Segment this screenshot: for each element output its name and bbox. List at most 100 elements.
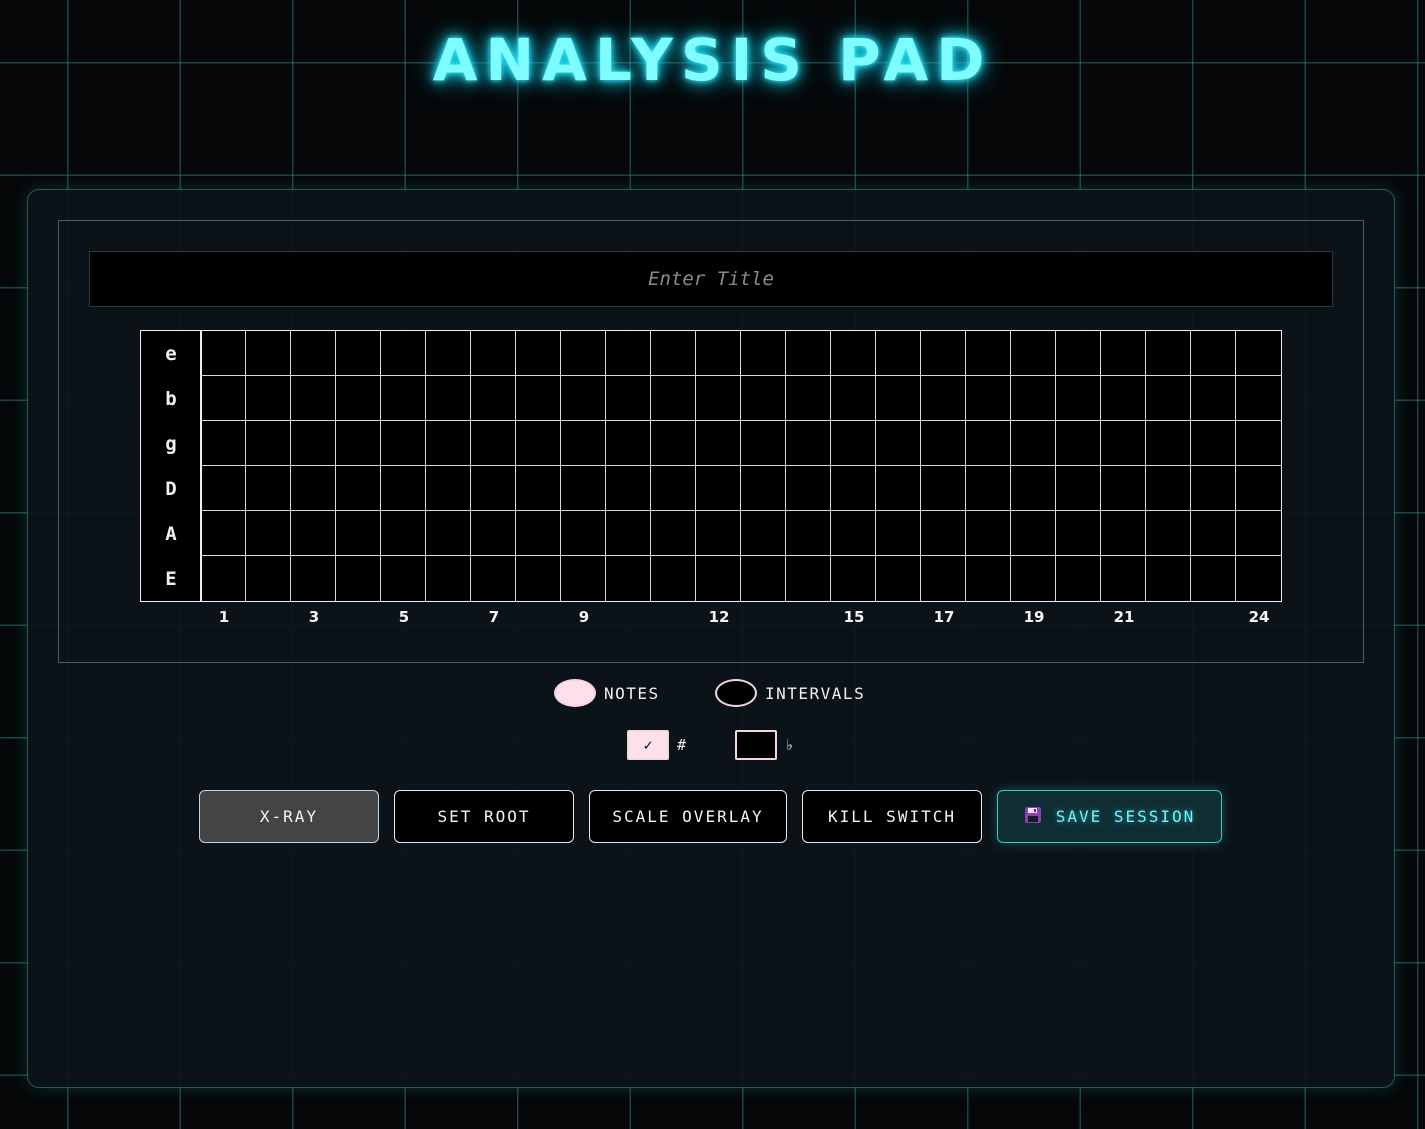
fret-cell[interactable]	[606, 421, 651, 466]
fret-cell[interactable]	[471, 556, 516, 601]
fret-cell[interactable]	[696, 376, 741, 421]
fret-cell[interactable]	[516, 421, 561, 466]
fret-cell[interactable]	[336, 331, 381, 376]
fret-cell[interactable]	[1236, 466, 1281, 511]
fret-cell[interactable]	[426, 376, 471, 421]
fret-cell[interactable]	[876, 556, 921, 601]
fret-cell[interactable]	[831, 421, 876, 466]
fret-cell[interactable]	[1011, 331, 1056, 376]
fret-cell[interactable]	[1236, 511, 1281, 556]
fret-cell[interactable]	[921, 466, 966, 511]
fret-cell[interactable]	[1011, 511, 1056, 556]
fret-cell[interactable]	[1236, 376, 1281, 421]
fret-cell[interactable]	[741, 331, 786, 376]
fret-cell[interactable]	[201, 376, 246, 421]
fret-cell[interactable]	[1101, 466, 1146, 511]
fret-cell[interactable]	[291, 556, 336, 601]
fret-cell[interactable]	[561, 331, 606, 376]
fret-cell[interactable]	[1146, 556, 1191, 601]
fret-cell[interactable]	[1011, 466, 1056, 511]
fret-cell[interactable]	[1101, 421, 1146, 466]
intervals-toggle[interactable]: INTERVALS	[715, 679, 865, 707]
fret-cell[interactable]	[966, 421, 1011, 466]
fret-cell[interactable]	[516, 376, 561, 421]
fret-cell[interactable]	[741, 466, 786, 511]
fret-cell[interactable]	[831, 376, 876, 421]
fret-cell[interactable]	[1191, 466, 1236, 511]
fret-cell[interactable]	[561, 556, 606, 601]
fret-cell[interactable]	[381, 376, 426, 421]
fret-cell[interactable]	[651, 556, 696, 601]
fret-cell[interactable]	[921, 511, 966, 556]
notes-radio[interactable]	[554, 679, 596, 707]
fret-cell[interactable]	[1191, 376, 1236, 421]
fret-cell[interactable]	[921, 331, 966, 376]
fret-cell[interactable]	[831, 466, 876, 511]
fret-cell[interactable]	[606, 556, 651, 601]
fret-cell[interactable]	[1056, 331, 1101, 376]
fret-cell[interactable]	[651, 421, 696, 466]
fret-cell[interactable]	[966, 331, 1011, 376]
fret-cell[interactable]	[786, 511, 831, 556]
sharp-toggle[interactable]: ✓ #	[627, 730, 686, 760]
fret-cell[interactable]	[426, 421, 471, 466]
fret-cell[interactable]	[786, 421, 831, 466]
flat-toggle[interactable]: ♭	[735, 730, 794, 760]
kill-switch-button[interactable]: KILL SWITCH	[802, 790, 982, 843]
fret-cell[interactable]	[876, 376, 921, 421]
fret-cell[interactable]	[696, 556, 741, 601]
fret-cell[interactable]	[201, 421, 246, 466]
fret-cell[interactable]	[831, 556, 876, 601]
fret-cell[interactable]	[651, 466, 696, 511]
fret-cell[interactable]	[336, 466, 381, 511]
fret-cell[interactable]	[831, 511, 876, 556]
intervals-radio[interactable]	[715, 679, 757, 707]
fret-cell[interactable]	[966, 466, 1011, 511]
fret-cell[interactable]	[786, 376, 831, 421]
fret-cell[interactable]	[1056, 466, 1101, 511]
fret-cell[interactable]	[741, 376, 786, 421]
fret-cell[interactable]	[741, 421, 786, 466]
fret-cell[interactable]	[921, 421, 966, 466]
fret-cell[interactable]	[426, 511, 471, 556]
fret-cell[interactable]	[696, 511, 741, 556]
fret-cell[interactable]	[1101, 511, 1146, 556]
fret-cell[interactable]	[201, 556, 246, 601]
fret-cell[interactable]	[651, 376, 696, 421]
fret-cell[interactable]	[1056, 421, 1101, 466]
fret-cell[interactable]	[516, 331, 561, 376]
fret-cell[interactable]	[786, 331, 831, 376]
fret-cell[interactable]	[381, 511, 426, 556]
fret-cell[interactable]	[651, 331, 696, 376]
fret-cell[interactable]	[561, 376, 606, 421]
fret-cell[interactable]	[966, 556, 1011, 601]
fret-cell[interactable]	[381, 466, 426, 511]
scale-overlay-button[interactable]: SCALE OVERLAY	[589, 790, 787, 843]
fret-cell[interactable]	[606, 511, 651, 556]
fret-cell[interactable]	[1146, 511, 1191, 556]
fret-cell[interactable]	[1191, 511, 1236, 556]
fret-cell[interactable]	[336, 421, 381, 466]
fret-cell[interactable]	[471, 421, 516, 466]
fret-cell[interactable]	[1191, 556, 1236, 601]
fret-cell[interactable]	[1191, 331, 1236, 376]
notes-toggle[interactable]: NOTES	[554, 679, 660, 707]
fret-cell[interactable]	[831, 331, 876, 376]
fret-cell[interactable]	[291, 376, 336, 421]
fret-cell[interactable]	[561, 466, 606, 511]
fret-cell[interactable]	[561, 421, 606, 466]
fret-cell[interactable]	[606, 376, 651, 421]
fret-cell[interactable]	[201, 511, 246, 556]
fret-cell[interactable]	[381, 331, 426, 376]
fret-cell[interactable]	[876, 466, 921, 511]
fret-cell[interactable]	[1101, 331, 1146, 376]
fret-cell[interactable]	[246, 421, 291, 466]
title-input[interactable]	[89, 251, 1333, 307]
fret-cell[interactable]	[381, 421, 426, 466]
fret-cell[interactable]	[336, 511, 381, 556]
fret-cell[interactable]	[336, 376, 381, 421]
fret-cell[interactable]	[1056, 556, 1101, 601]
xray-button[interactable]: X-RAY	[199, 790, 379, 843]
fret-cell[interactable]	[201, 331, 246, 376]
fret-cell[interactable]	[651, 511, 696, 556]
